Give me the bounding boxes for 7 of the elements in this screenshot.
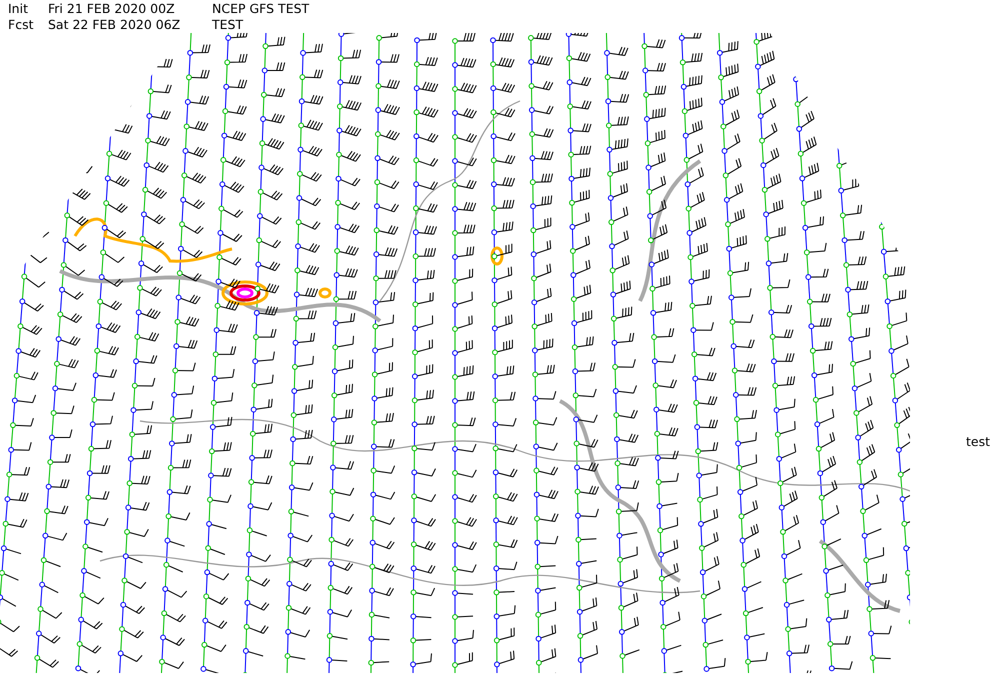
header-time: Sat 22 FEB 2020 06Z	[48, 17, 182, 33]
header-model: TEST	[212, 17, 244, 33]
header-label: Fcst	[8, 17, 34, 33]
header-label: Init	[8, 1, 29, 17]
header-time: Fri 21 FEB 2020 00Z	[48, 1, 176, 17]
side-label: test	[966, 434, 990, 449]
header-model: NCEP GFS TEST	[212, 1, 310, 17]
